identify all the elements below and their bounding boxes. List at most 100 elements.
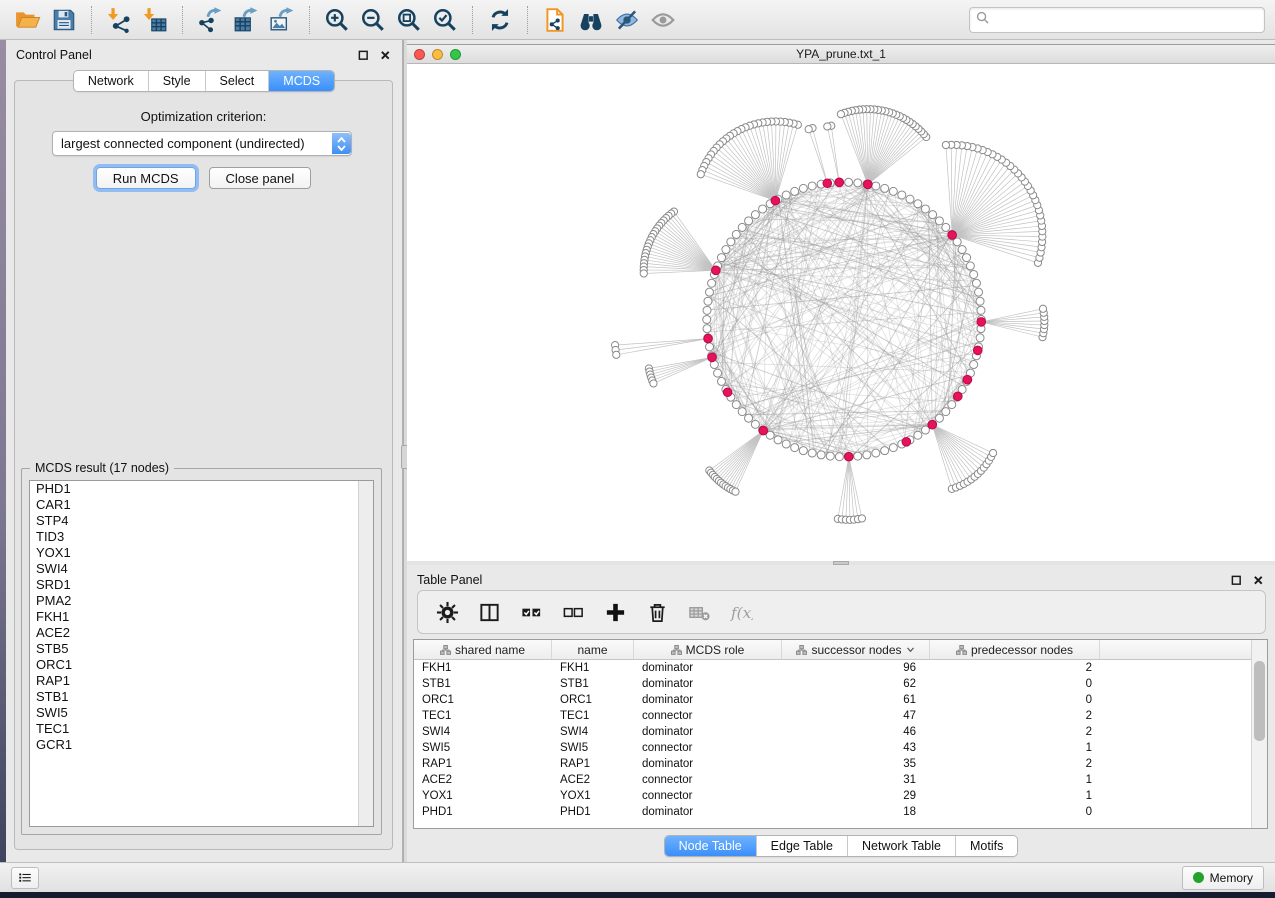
- mcds-result-list[interactable]: PHD1CAR1STP4TID3YOX1SWI4SRD1PMA2FKH1ACE2…: [29, 480, 374, 827]
- tab-edge-table[interactable]: Edge Table: [756, 836, 847, 856]
- mcds-result-item[interactable]: SWI4: [30, 561, 373, 577]
- table-cell[interactable]: FKH1: [552, 662, 634, 674]
- optimization-criterion-select[interactable]: largest connected component (undirected): [52, 131, 352, 156]
- table-cell[interactable]: 47: [782, 710, 930, 722]
- column-header-name[interactable]: name: [552, 640, 634, 659]
- window-minimize-traffic-light[interactable]: [432, 49, 443, 60]
- mcds-result-item[interactable]: FKH1: [30, 609, 373, 625]
- column-header-successor-nodes[interactable]: successor nodes: [782, 640, 930, 659]
- apply-layout-button[interactable]: [482, 4, 518, 36]
- table-cell[interactable]: PHD1: [414, 806, 552, 818]
- table-cell[interactable]: ORC1: [414, 694, 552, 706]
- table-scrollbar-thumb[interactable]: [1254, 661, 1265, 741]
- add-column-button[interactable]: [598, 596, 632, 628]
- mcds-result-item[interactable]: STB1: [30, 689, 373, 705]
- mcds-result-item[interactable]: ORC1: [30, 657, 373, 673]
- table-cell[interactable]: 2: [930, 662, 1100, 674]
- mcds-result-item[interactable]: YOX1: [30, 545, 373, 561]
- table-cell[interactable]: SWI4: [414, 726, 552, 738]
- clone-network-button[interactable]: [537, 4, 573, 36]
- table-cell[interactable]: dominator: [634, 758, 782, 770]
- table-cell[interactable]: 1: [930, 774, 1100, 786]
- table-row[interactable]: SWI4SWI4dominator462: [414, 724, 1267, 740]
- table-options-button[interactable]: [430, 596, 464, 628]
- tab-select[interactable]: Select: [205, 71, 269, 91]
- hide-selected-button[interactable]: [609, 4, 645, 36]
- mcds-result-item[interactable]: STB5: [30, 641, 373, 657]
- tab-style[interactable]: Style: [148, 71, 205, 91]
- memory-button[interactable]: Memory: [1182, 866, 1264, 890]
- mcds-result-item[interactable]: PMA2: [30, 593, 373, 609]
- table-cell[interactable]: YOX1: [414, 790, 552, 802]
- export-image-button[interactable]: [264, 4, 300, 36]
- table-row[interactable]: FKH1FKH1dominator962: [414, 660, 1267, 676]
- status-menu-button[interactable]: [11, 867, 39, 889]
- table-cell[interactable]: 62: [782, 678, 930, 690]
- import-network-button[interactable]: [101, 4, 137, 36]
- deselect-all-button[interactable]: [556, 596, 590, 628]
- table-cell[interactable]: 2: [930, 710, 1100, 722]
- network-graph[interactable]: [407, 64, 1275, 562]
- table-row[interactable]: YOX1YOX1connector291: [414, 788, 1267, 804]
- table-cell[interactable]: 0: [930, 694, 1100, 706]
- close-panel-button[interactable]: [379, 49, 392, 62]
- table-scrollbar[interactable]: [1251, 640, 1267, 828]
- network-canvas[interactable]: [407, 64, 1275, 562]
- mcds-result-item[interactable]: RAP1: [30, 673, 373, 689]
- table-cell[interactable]: 46: [782, 726, 930, 738]
- table-cell[interactable]: ORC1: [552, 694, 634, 706]
- close-panel-action-button[interactable]: Close panel: [209, 167, 312, 189]
- window-zoom-traffic-light[interactable]: [450, 49, 461, 60]
- table-cell[interactable]: 18: [782, 806, 930, 818]
- table-cell[interactable]: dominator: [634, 726, 782, 738]
- table-row[interactable]: RAP1RAP1dominator352: [414, 756, 1267, 772]
- column-header-shared-name[interactable]: shared name: [414, 640, 552, 659]
- show-columns-button[interactable]: [472, 596, 506, 628]
- export-network-button[interactable]: [192, 4, 228, 36]
- table-cell[interactable]: dominator: [634, 678, 782, 690]
- table-row[interactable]: STB1STB1dominator620: [414, 676, 1267, 692]
- table-cell[interactable]: 35: [782, 758, 930, 770]
- table-cell[interactable]: 1: [930, 742, 1100, 754]
- zoom-out-button[interactable]: [355, 4, 391, 36]
- table-cell[interactable]: dominator: [634, 662, 782, 674]
- table-row[interactable]: SWI5SWI5connector431: [414, 740, 1267, 756]
- tab-node-table[interactable]: Node Table: [665, 836, 756, 856]
- tab-motifs[interactable]: Motifs: [955, 836, 1017, 856]
- table-cell[interactable]: SWI5: [552, 742, 634, 754]
- table-cell[interactable]: dominator: [634, 806, 782, 818]
- zoom-fit-button[interactable]: [391, 4, 427, 36]
- table-cell[interactable]: 29: [782, 790, 930, 802]
- table-cell[interactable]: connector: [634, 790, 782, 802]
- table-cell[interactable]: 31: [782, 774, 930, 786]
- table-cell[interactable]: 43: [782, 742, 930, 754]
- mcds-result-item[interactable]: CAR1: [30, 497, 373, 513]
- table-cell[interactable]: ACE2: [552, 774, 634, 786]
- select-all-button[interactable]: [514, 596, 548, 628]
- table-cell[interactable]: connector: [634, 710, 782, 722]
- table-row[interactable]: ORC1ORC1dominator610: [414, 692, 1267, 708]
- table-cell[interactable]: SWI4: [552, 726, 634, 738]
- table-cell[interactable]: RAP1: [414, 758, 552, 770]
- save-session-button[interactable]: [46, 4, 82, 36]
- mcds-result-item[interactable]: PHD1: [30, 481, 373, 497]
- table-cell[interactable]: 2: [930, 726, 1100, 738]
- mcds-result-item[interactable]: TID3: [30, 529, 373, 545]
- tab-network-table[interactable]: Network Table: [847, 836, 955, 856]
- table-cell[interactable]: 2: [930, 758, 1100, 770]
- mcds-list-scrollbar[interactable]: [358, 481, 373, 826]
- table-cell[interactable]: connector: [634, 774, 782, 786]
- tab-network[interactable]: Network: [74, 71, 148, 91]
- import-table-button[interactable]: [137, 4, 173, 36]
- table-cell[interactable]: dominator: [634, 694, 782, 706]
- tab-mcds[interactable]: MCDS: [268, 71, 334, 91]
- table-cell[interactable]: 61: [782, 694, 930, 706]
- window-close-traffic-light[interactable]: [414, 49, 425, 60]
- float-panel-button[interactable]: [357, 49, 370, 62]
- delete-column-button[interactable]: [640, 596, 674, 628]
- table-cell[interactable]: TEC1: [552, 710, 634, 722]
- float-table-panel-button[interactable]: [1230, 574, 1243, 587]
- table-cell[interactable]: STB1: [552, 678, 634, 690]
- table-row[interactable]: TEC1TEC1connector472: [414, 708, 1267, 724]
- table-cell[interactable]: SWI5: [414, 742, 552, 754]
